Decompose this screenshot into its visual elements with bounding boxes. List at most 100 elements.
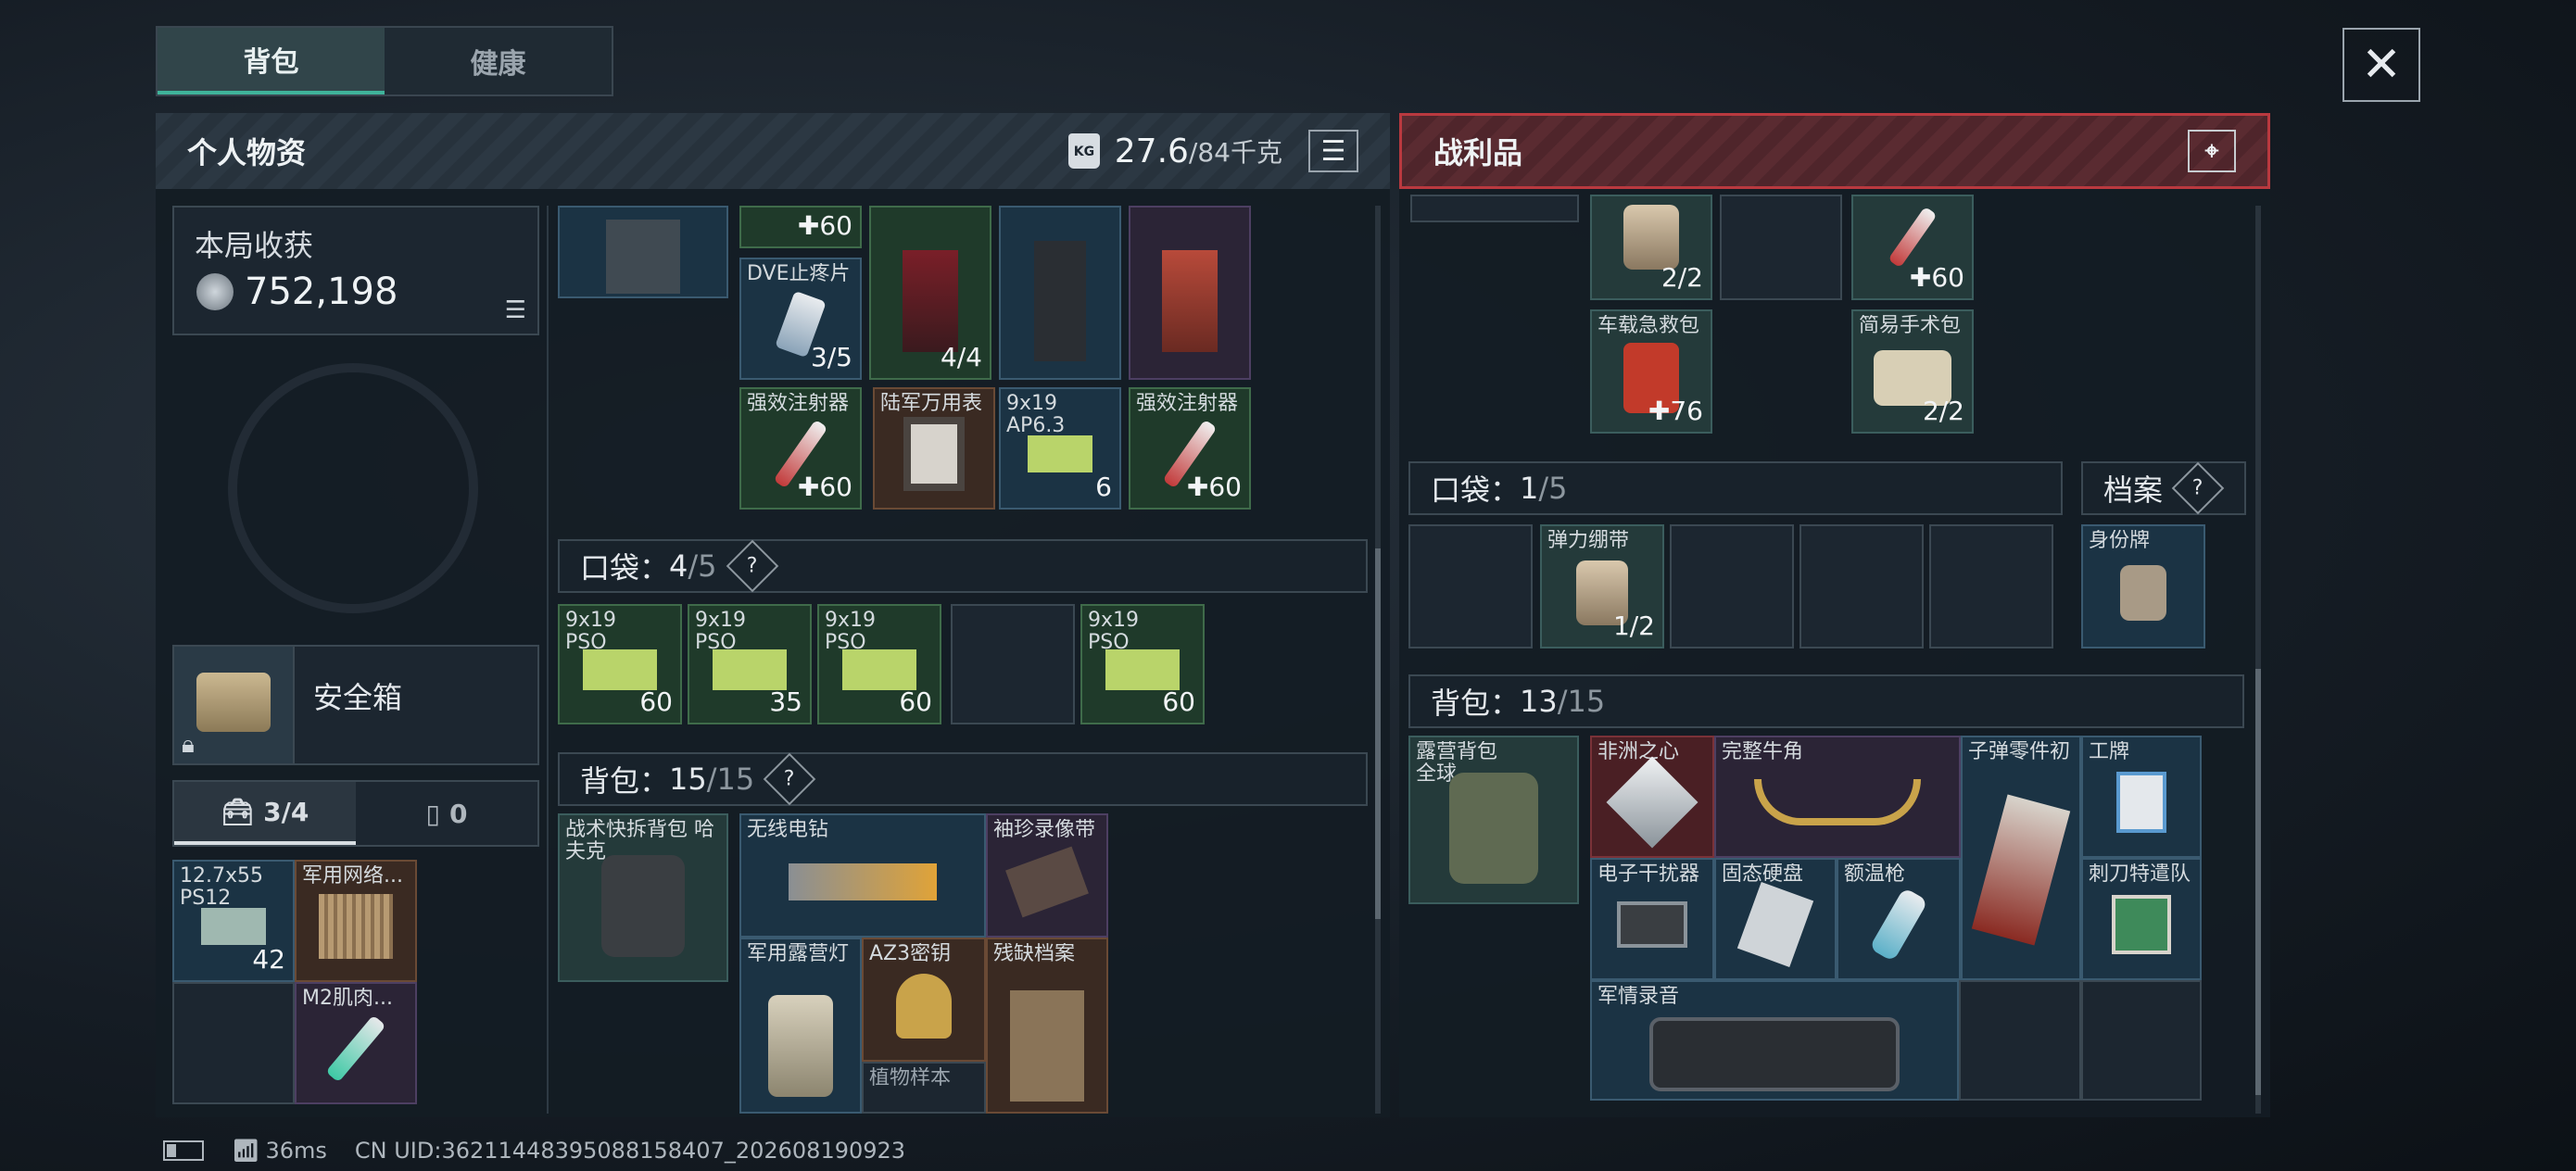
uid-text: CN UID:36211448395088158407_202608190923 [354,1138,906,1164]
loot-pocket-5[interactable] [1929,524,2053,648]
loot-bayonet[interactable]: 刺刀特遣队 [2081,858,2202,980]
right-archive-label: 档案 [2103,472,2164,508]
archive-item[interactable]: 残缺档案 [986,938,1108,1114]
help-icon[interactable]: ? [763,752,816,806]
right-panel-header: 战利品 ⌖ [1399,113,2270,189]
pocket-slot-5[interactable]: 9x19 PSO 60 [1080,604,1205,724]
drill-item[interactable]: 无线电钻 [739,813,986,938]
loot-car-firstaid[interactable]: 车载急救包 ✚76 [1590,309,1712,434]
id-badge-icon [2116,772,2166,834]
backpack-tactical[interactable]: 战术快拆背包 哈夫克 [558,813,728,982]
videotape-item[interactable]: 袖珍录像带 [986,813,1108,938]
bullet-parts-icon [1971,794,2071,946]
loot-badge[interactable]: 工牌 [2081,736,2202,858]
loot-camp-backpack[interactable]: 露营背包 全球 [1408,736,1579,904]
earnings-label: 本局收获 [195,228,314,263]
right-pocket-count: 1 [1520,471,1539,506]
backpack-icon [1449,772,1538,884]
right-scrollbar[interactable] [2255,206,2261,1114]
right-backpack-count: 13 [1520,684,1558,719]
ammo-box-icon [713,649,787,691]
loot-pocket-1[interactable] [1408,524,1533,648]
safe-item-network[interactable]: 军用网络... [295,860,417,982]
injector-icon [325,1014,386,1083]
list-icon: ☰ [1320,134,1346,168]
multimeter-item[interactable]: 陆军万用表 [873,387,995,510]
left-pocket-label: 口袋： [580,550,670,586]
pocket-slot-1[interactable]: 9x19 PSO 60 [558,604,682,724]
tab-backpack[interactable]: 背包 [158,28,385,94]
pocket-slot-4[interactable] [951,604,1075,724]
safe-item-empty[interactable] [172,982,295,1104]
loot-slot-cut[interactable] [1410,195,1579,222]
right-backpack-bar: 背包： 13/15 [1408,674,2244,728]
loot-thermometer[interactable]: 额温枪 [1837,858,1961,980]
right-pocket-bar: 口袋： 1/5 [1408,461,2063,515]
status-footer: 📶︎ 36ms CN UID:36211448395088158407_2026… [163,1138,905,1164]
right-archive-bar: 档案 ? [2081,461,2246,515]
safe-item-injector[interactable]: M2肌肉... [295,982,417,1104]
injector-item-1[interactable]: 强效注射器 ✚60 [739,387,862,510]
injector-top-count: ✚60 [797,210,852,241]
loot-dogtag[interactable]: 身份牌 [2081,524,2205,648]
loot-injector-count: ✚60 [1909,262,1964,293]
left-backpack-label: 背包： [580,763,670,799]
loot-bandage[interactable]: 2/2 [1590,195,1712,300]
medbag-item[interactable]: 4/4 [869,206,991,380]
pocket-slot-3[interactable]: 9x19 PSO 60 [817,604,941,724]
ammo-box-icon [1105,649,1180,691]
weapon-part-item[interactable] [999,206,1121,380]
plus-icon: ✚ [1186,472,1209,502]
loot-ssd[interactable]: 固态硬盘 [1714,858,1837,980]
injector-item-top[interactable]: ✚60 [739,206,862,248]
loot-bullet-parts[interactable]: 子弹零件初 [1961,736,2081,980]
subtab-case[interactable]: ▯ 0 [356,782,537,845]
painkiller-item[interactable]: DVE止疼片 3/5 [739,258,862,380]
loot-pocket-2[interactable]: 弹力绷带 1/2 [1540,524,1664,648]
rig-item[interactable] [558,206,728,298]
weight-value: 27.6 [1114,132,1189,170]
injector-item-2[interactable]: 强效注射器 ✚60 [1129,387,1251,510]
help-icon[interactable]: ? [726,539,778,593]
ammo-box-icon [842,649,916,691]
dogtag-icon [2120,564,2166,621]
location-button[interactable]: ⌖ [2188,130,2236,172]
close-button[interactable]: ✕ [2342,28,2420,102]
card-item[interactable] [1129,206,1251,380]
help-icon[interactable]: ? [2171,461,2225,515]
earnings-value: 752,198 [245,271,398,313]
left-divider [547,206,549,1114]
tab-health[interactable]: 健康 [385,28,612,94]
left-backpack-max: /15 [706,762,755,797]
safe-item-ammo[interactable]: 12.7x55 PS12 42 [172,860,295,982]
keycard-item[interactable]: AZ3密钥 [862,938,986,1062]
ammo-ap-item[interactable]: 9x19 AP6.3 6 [999,387,1121,510]
list-button[interactable]: ☰ [1308,130,1358,172]
loot-heart-of-africa[interactable]: 非洲之心 [1590,736,1714,858]
loot-empty-top[interactable] [1720,195,1842,300]
loot-pocket-3[interactable] [1670,524,1794,648]
loot-recording[interactable]: 军情录音 [1590,980,1959,1101]
safebox-row[interactable]: 🔒︎ 安全箱 [172,645,539,765]
loot-horn[interactable]: 完整牛角 [1714,736,1961,858]
pocket-slot-2[interactable]: 9x19 PSO 35 [688,604,812,724]
right-panel-title: 战利品 [1433,135,1523,170]
left-pocket-bar: 口袋： 4/5 ? [558,539,1368,593]
network-device-icon [319,894,393,960]
loot-pocket-4[interactable] [1799,524,1924,648]
loot-empty-a[interactable] [1959,980,2081,1101]
lantern-item[interactable]: 军用露营灯 [739,938,862,1114]
loot-empty-b[interactable] [2081,980,2202,1101]
loot-jammer[interactable]: 电子干扰器 [1590,858,1714,980]
loot-injector[interactable]: ✚60 [1851,195,1974,300]
plant-sample-item[interactable]: 植物样本 [862,1062,986,1114]
subtab-medkit[interactable]: 🧰︎ 3/4 [174,782,356,845]
right-backpack-max: /15 [1557,684,1606,719]
lantern-icon [768,995,833,1098]
ping-value: 36ms [265,1138,327,1164]
med-bag-icon [903,250,958,353]
loot-surgery-kit[interactable]: 简易手术包 2/2 [1851,309,1974,434]
left-scrollbar[interactable] [1375,206,1381,1114]
close-icon: ✕ [2361,37,2402,93]
earnings-list-icon[interactable]: ☰ [505,296,526,324]
